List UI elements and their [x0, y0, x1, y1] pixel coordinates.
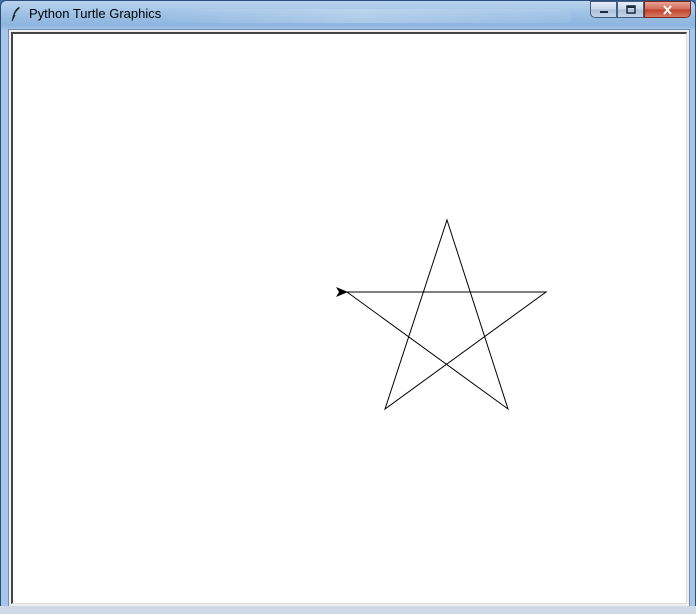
close-icon — [663, 4, 672, 15]
background-window-ghost — [151, 9, 571, 23]
window-client-area — [8, 29, 690, 607]
feather-icon — [11, 7, 20, 22]
minimize-icon — [599, 10, 608, 13]
taskbar-edge — [0, 606, 696, 614]
close-button[interactable] — [644, 1, 691, 18]
turtle-window: Python Turtle Graphics — [0, 0, 696, 614]
star-path — [346, 218, 548, 411]
minimize-button[interactable] — [590, 1, 617, 18]
window-controls — [590, 1, 691, 19]
maximize-button[interactable] — [617, 1, 644, 18]
title-bar[interactable]: Python Turtle Graphics — [1, 1, 695, 29]
window-title: Python Turtle Graphics — [29, 6, 162, 21]
turtle-arrow-icon — [336, 287, 348, 297]
drawing-surface — [336, 218, 548, 411]
turtle-canvas[interactable] — [11, 32, 687, 604]
maximize-icon — [625, 5, 636, 14]
